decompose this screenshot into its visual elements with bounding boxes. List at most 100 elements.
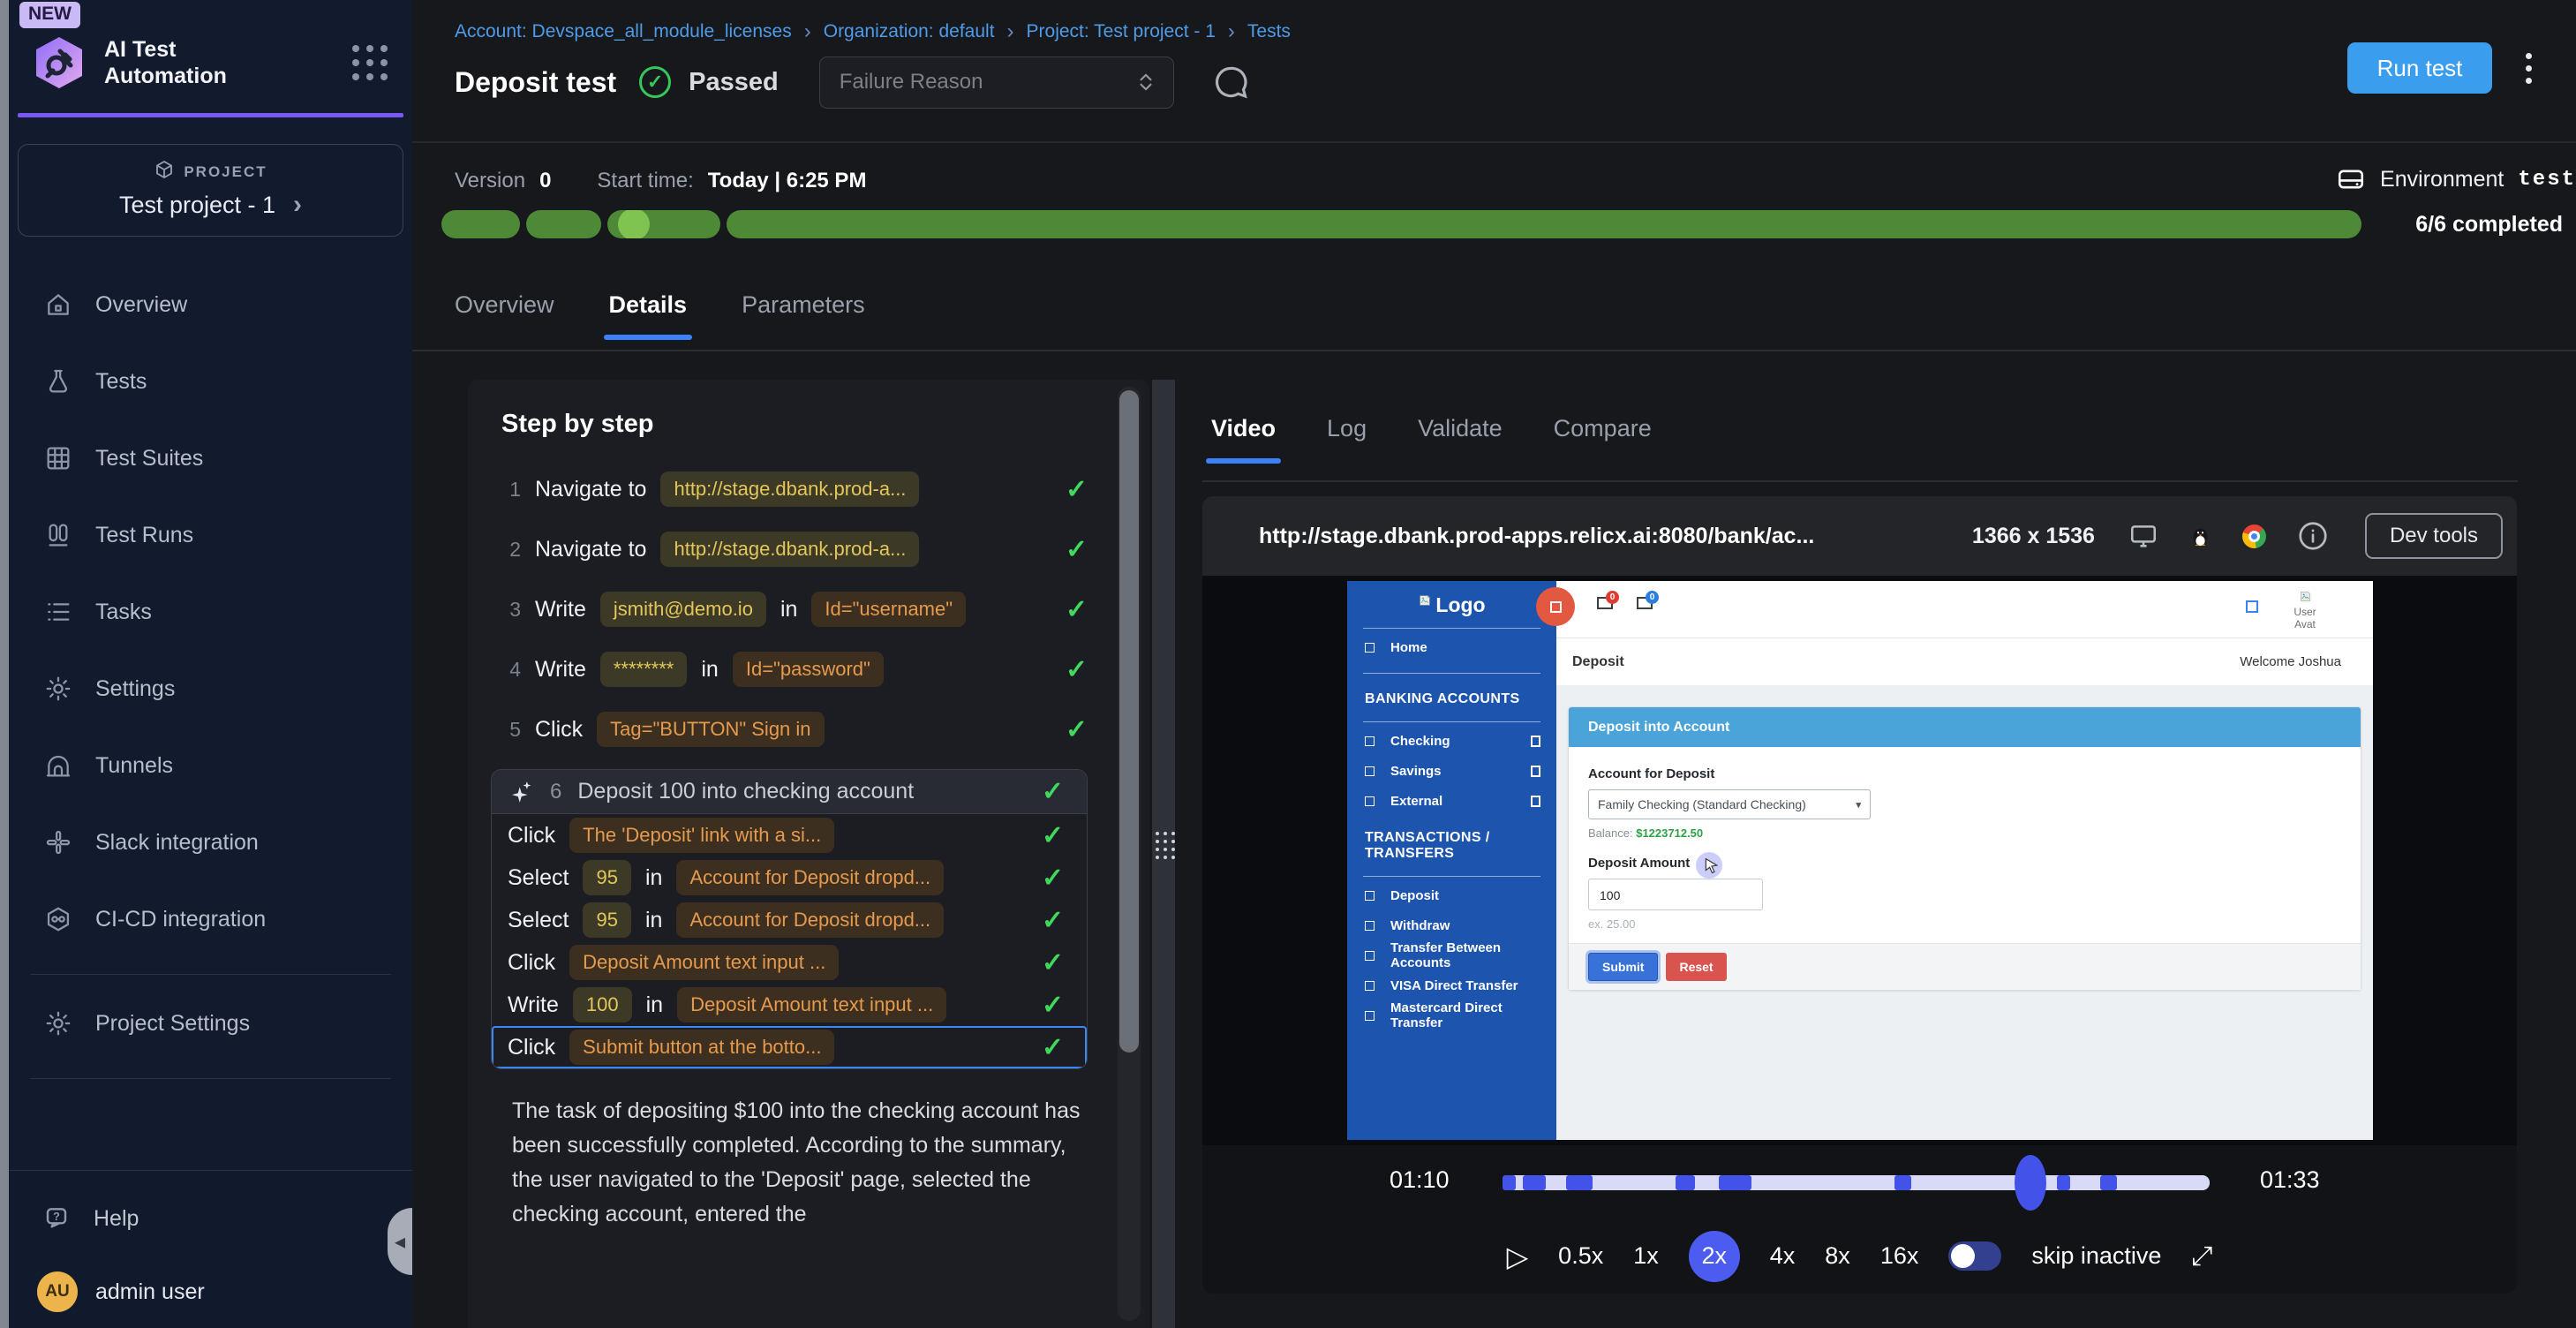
divider [1202, 480, 2518, 482]
bank-nav-item-external[interactable]: External [1347, 786, 1556, 816]
step-group-header[interactable]: 6 Deposit 100 into checking account ✓ [492, 770, 1087, 814]
fullscreen-icon[interactable]: ⤢ [2191, 1241, 2212, 1271]
step-row[interactable]: 4Write********inId="password"✓ [501, 649, 1088, 690]
step-row[interactable]: ClickDeposit Amount text input ...✓ [492, 941, 1087, 984]
speed-button-0-5x[interactable]: 0.5x [1558, 1242, 1603, 1270]
step-text: in [780, 597, 797, 622]
step-row[interactable]: Write100inDeposit Amount text input ...✓ [492, 984, 1087, 1026]
video-tab-video[interactable]: Video [1211, 415, 1276, 464]
step-action: Write [508, 992, 559, 1018]
step-row[interactable]: 1Navigate tohttp://stage.dbank.prod-a...… [501, 469, 1088, 509]
browser-bar: http://stage.dbank.prod-apps.relicx.ai:8… [1202, 496, 2517, 576]
account-select[interactable]: Family Checking (Standard Checking)▾ [1588, 789, 1871, 819]
slack-icon [44, 828, 72, 856]
bank-nav-item-mastercard-direct-transfer[interactable]: Mastercard Direct Transfer [1347, 1000, 1556, 1030]
bank-nav-item-savings[interactable]: Savings [1347, 756, 1556, 786]
square-bullet-icon [1365, 643, 1375, 653]
bank-nav-item-withdraw[interactable]: Withdraw [1347, 910, 1556, 940]
skip-inactive-toggle[interactable] [1948, 1241, 2001, 1271]
speed-button-2x[interactable]: 2x [1689, 1231, 1740, 1282]
step-row[interactable]: ClickThe 'Deposit' link with a si...✓ [492, 814, 1087, 856]
user-avatar-broken-image[interactable]: User Avat [2285, 590, 2325, 630]
info-icon[interactable] [2296, 519, 2330, 553]
bank-nav-item-home[interactable]: Home [1347, 632, 1556, 662]
square-toggle-icon[interactable] [1531, 736, 1540, 747]
flask-icon [44, 367, 72, 396]
video-tab-log[interactable]: Log [1327, 415, 1367, 464]
step-row[interactable]: Select95inAccount for Deposit dropd...✓ [492, 899, 1087, 941]
sidebar-item-tunnels[interactable]: Tunnels [9, 743, 412, 788]
sidebar-item-test-suites[interactable]: Test Suites [9, 436, 412, 480]
check-icon: ✓ [1042, 905, 1064, 936]
step-row[interactable]: 3Writejsmith@demo.ioinId="username"✓ [501, 589, 1088, 630]
monitor-icon[interactable] [2128, 521, 2158, 551]
video-tab-validate[interactable]: Validate [1418, 415, 1503, 464]
title-row: Deposit test ✓ Passed Failure Reason [455, 51, 1250, 113]
window-badge-icon[interactable]: 0 [1597, 597, 1613, 609]
project-selector[interactable]: PROJECT Test project - 1 › [18, 144, 403, 237]
step-row[interactable]: ClickSubmit button at the botto...✓ [492, 1026, 1087, 1068]
bank-nav-item-deposit[interactable]: Deposit [1347, 880, 1556, 910]
breadcrumb-item[interactable]: Account: Devspace_all_module_licenses [455, 21, 792, 42]
submit-button[interactable]: Submit [1588, 953, 1658, 981]
step-row[interactable]: 2Navigate tohttp://stage.dbank.prod-a...… [501, 529, 1088, 570]
square-toggle-icon[interactable] [1531, 766, 1540, 777]
bank-nav-item-visa-direct-transfer[interactable]: VISA Direct Transfer [1347, 970, 1556, 1000]
tab-overview[interactable]: Overview [455, 291, 554, 340]
comment-icon[interactable] [1211, 63, 1250, 102]
check-icon: ✓ [1066, 654, 1088, 685]
project-label: PROJECT [184, 163, 267, 181]
bank-nav-item-transfer-between-accounts[interactable]: Transfer Between Accounts [1347, 940, 1556, 970]
speed-button-4x[interactable]: 4x [1770, 1242, 1796, 1270]
click-indicator [1536, 587, 1575, 626]
played-segment [1894, 1175, 1911, 1190]
sidebar-item-project-settings[interactable]: Project Settings [9, 1001, 412, 1045]
breadcrumb-item[interactable]: Tests [1247, 21, 1291, 42]
tab-parameters[interactable]: Parameters [742, 291, 865, 340]
played-segment [1719, 1175, 1751, 1190]
sidebar-item-slack-integration[interactable]: Slack integration [9, 820, 412, 864]
deposit-amount-input[interactable]: 100 [1588, 879, 1763, 910]
sidebar-item-test-runs[interactable]: Test Runs [9, 513, 412, 557]
video-tab-compare[interactable]: Compare [1554, 415, 1652, 464]
step-selector-chip: Tag="BUTTON" Sign in [597, 712, 824, 747]
square-toggle-icon[interactable] [1531, 796, 1540, 807]
failure-reason-select[interactable]: Failure Reason [819, 57, 1174, 109]
devtools-button[interactable]: Dev tools [2365, 513, 2503, 559]
play-icon[interactable]: ▷ [1507, 1240, 1529, 1273]
new-badge: NEW [19, 2, 80, 28]
scrubber-handle[interactable] [2015, 1155, 2046, 1211]
environment: Environment test [2336, 164, 2576, 194]
sidebar-item-help[interactable]: ? Help [9, 1204, 412, 1233]
speed-button-16x[interactable]: 16x [1880, 1242, 1919, 1270]
sidebar-item-tasks[interactable]: Tasks [9, 590, 412, 634]
window-badge-icon[interactable]: 0 [1637, 597, 1653, 609]
more-menu-icon[interactable] [2520, 48, 2537, 89]
breadcrumb-item[interactable]: Organization: default [824, 21, 995, 42]
video-scrubber[interactable] [1503, 1175, 2210, 1190]
main-area: Account: Devspace_all_module_licenses›Or… [412, 0, 2576, 1328]
scrollbar-thumb[interactable] [1119, 390, 1139, 1053]
tab-details[interactable]: Details [609, 291, 688, 340]
step-row[interactable]: 5ClickTag="BUTTON" Sign in✓ [501, 709, 1088, 750]
checkbox-icon[interactable] [2246, 600, 2258, 613]
sidebar-item-label: CI-CD integration [95, 907, 266, 932]
app-launcher-icon[interactable] [352, 45, 388, 80]
sidebar-item-overview[interactable]: Overview [9, 283, 412, 327]
sidebar-item-tests[interactable]: Tests [9, 359, 412, 404]
speed-button-8x[interactable]: 8x [1825, 1242, 1850, 1270]
breadcrumb-item[interactable]: Project: Test project - 1 [1027, 21, 1216, 42]
speed-button-1x[interactable]: 1x [1633, 1242, 1659, 1270]
run-test-button[interactable]: Run test [2347, 42, 2492, 94]
cicd-icon [44, 905, 72, 933]
user-menu[interactable]: AU admin user [9, 1271, 412, 1312]
panel-resize-handle[interactable] [1152, 380, 1175, 1328]
step-row[interactable]: Select95inAccount for Deposit dropd...✓ [492, 856, 1087, 899]
step-value-chip: 95 [583, 860, 630, 895]
bank-nav-item-checking[interactable]: Checking [1347, 726, 1556, 756]
gear-icon [44, 675, 72, 703]
reset-button[interactable]: Reset [1666, 953, 1726, 981]
sidebar-item-ci-cd-integration[interactable]: CI-CD integration [9, 897, 412, 941]
bank-nav-label: Savings [1390, 764, 1442, 779]
sidebar-item-settings[interactable]: Settings [9, 667, 412, 711]
